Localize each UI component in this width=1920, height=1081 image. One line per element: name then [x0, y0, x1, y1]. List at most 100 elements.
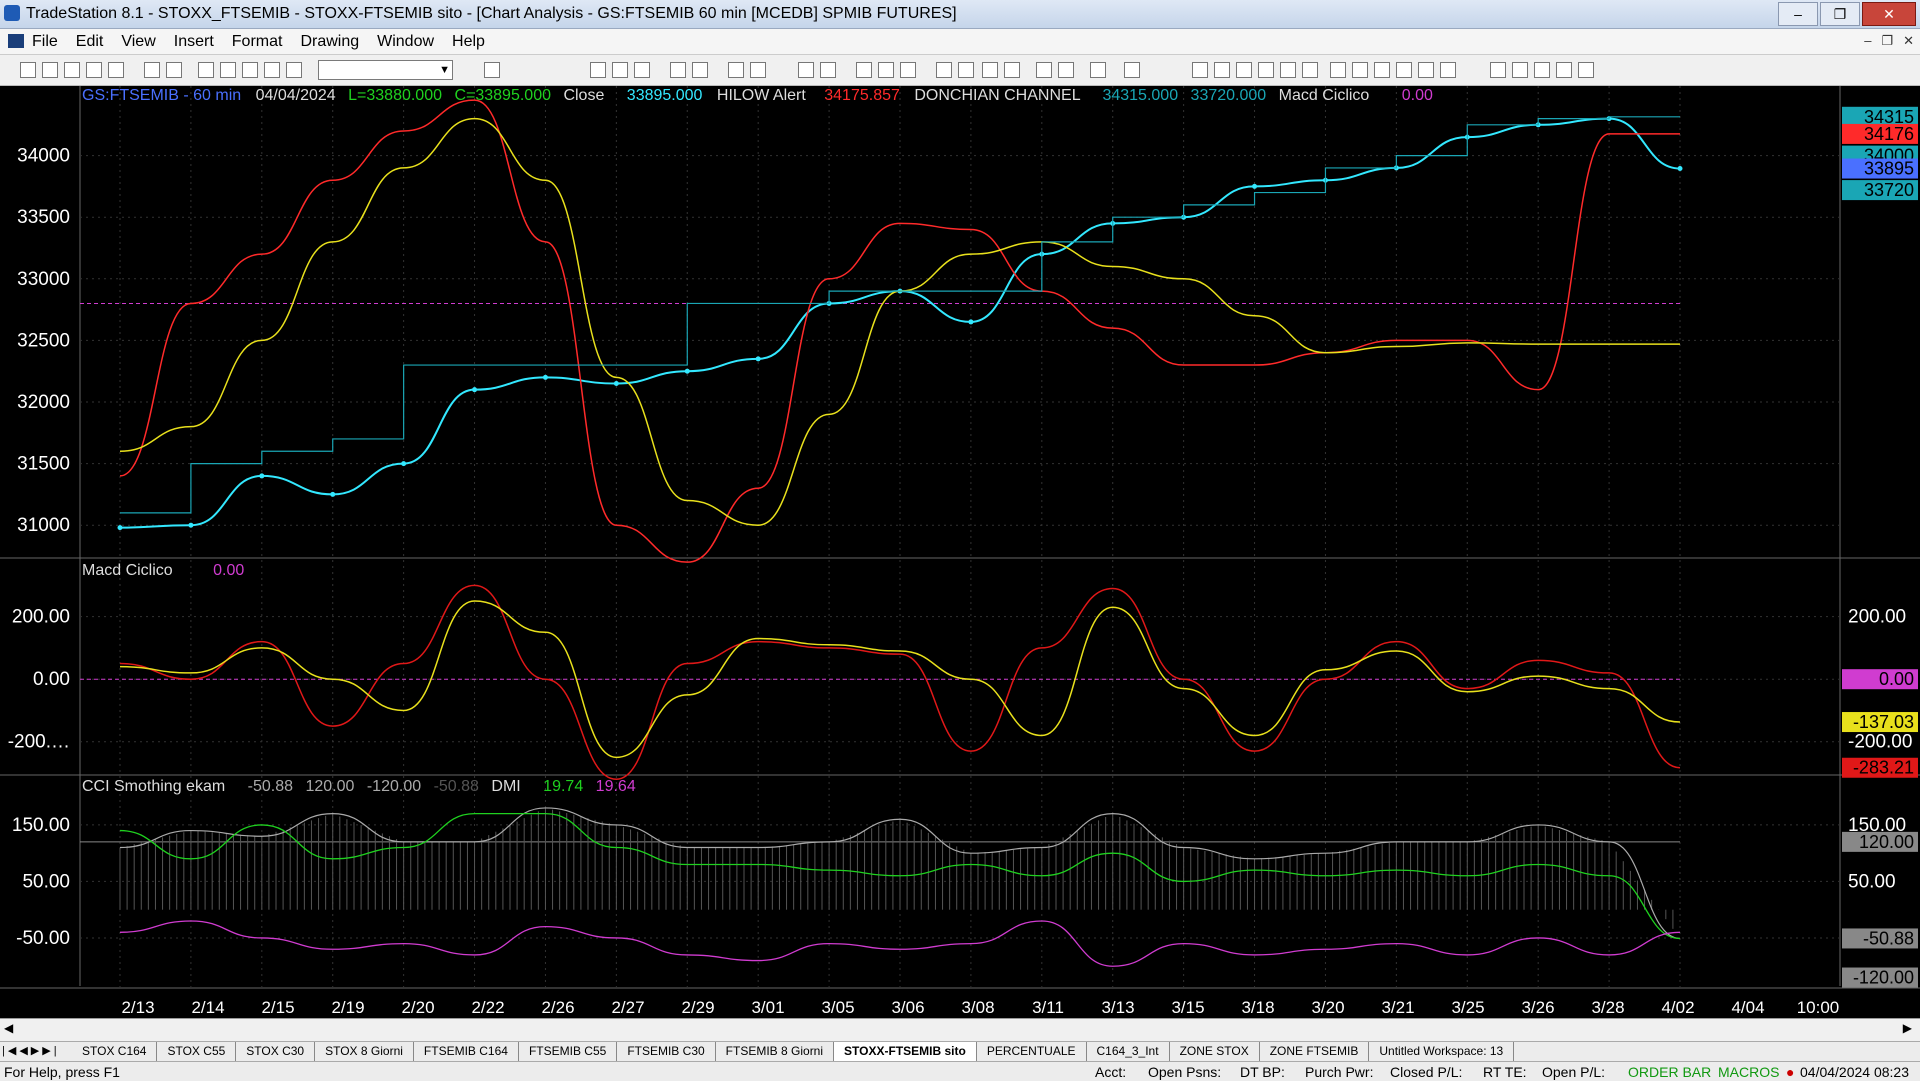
pencil-icon[interactable]: [264, 62, 280, 78]
scroll-left-arrow-icon[interactable]: ◀: [4, 1021, 13, 1035]
line-chart-icon[interactable]: [612, 62, 628, 78]
macros-label[interactable]: MACROS: [1718, 1064, 1779, 1080]
copy-icon[interactable]: [108, 62, 124, 78]
hilow-caption: HILOW Alert: [717, 87, 806, 104]
cycle-icon[interactable]: [1418, 62, 1434, 78]
data-window-icon[interactable]: [728, 62, 744, 78]
zoom-minus-icon[interactable]: [1004, 62, 1020, 78]
order-bar-label[interactable]: ORDER BAR: [1628, 1064, 1711, 1080]
workspace-tab[interactable]: FTSEMIB C55: [519, 1042, 618, 1062]
chart-area[interactable]: 2/13 2/14 2/15 2/19 2/20 2/22 2/26 2/27 2/29 3/01…: [0, 86, 1920, 1023]
pencil-draw-icon[interactable]: [1440, 62, 1456, 78]
workspace-tabs: |◀◀▶▶| STOX C164 STOX C55 STOX C30 STOX 8 G…: [0, 1041, 1920, 1062]
indicator-icon[interactable]: [670, 62, 686, 78]
channel-icon[interactable]: [1258, 62, 1274, 78]
insert-icon[interactable]: [220, 62, 236, 78]
cci-v4: -50.88: [434, 778, 479, 795]
scroll-right-icon[interactable]: [958, 62, 974, 78]
tools-icon[interactable]: [1090, 62, 1106, 78]
workspace-tab[interactable]: STOX C164: [72, 1042, 158, 1062]
zoom-out-icon[interactable]: [820, 62, 836, 78]
mdi-restore-button[interactable]: ❐: [1881, 33, 1893, 49]
chart-window-icon[interactable]: [8, 34, 24, 48]
circle-icon[interactable]: [1534, 62, 1550, 78]
workspace-tab[interactable]: C164_3_Int: [1087, 1042, 1170, 1062]
zoom-in-icon[interactable]: [798, 62, 814, 78]
crosshair-icon[interactable]: [1058, 62, 1074, 78]
horizontal-line-icon[interactable]: [1214, 62, 1230, 78]
chart-svg[interactable]: 2/13 2/14 2/15 2/19 2/20 2/22 2/26 2/27 2/29 3/01…: [0, 86, 1920, 1023]
workspace-tab[interactable]: Untitled Workspace: 13: [1369, 1042, 1515, 1062]
format-symbol-icon[interactable]: [750, 62, 766, 78]
scroll-left-icon[interactable]: [936, 62, 952, 78]
rectangle-icon[interactable]: [1556, 62, 1572, 78]
price-point: [613, 381, 619, 387]
minimize-button[interactable]: –: [1778, 2, 1818, 26]
x-tick-label: 2/29: [681, 998, 714, 1017]
menu-format[interactable]: Format: [232, 33, 283, 51]
arrow-up-icon[interactable]: [1512, 62, 1528, 78]
workspace-tab[interactable]: STOX 8 Giorni: [315, 1042, 414, 1062]
format-icon[interactable]: [198, 62, 214, 78]
menu-help[interactable]: Help: [452, 33, 485, 51]
new-window-icon[interactable]: [86, 62, 102, 78]
mdi-close-button[interactable]: ✕: [1903, 33, 1914, 49]
menu-insert[interactable]: Insert: [174, 33, 214, 51]
vertical-line-icon[interactable]: [1236, 62, 1252, 78]
price-point: [542, 374, 548, 380]
lock-icon[interactable]: [242, 62, 258, 78]
pointer-icon[interactable]: [1036, 62, 1052, 78]
tab-nav-icon[interactable]: |◀◀▶▶|: [2, 1044, 60, 1057]
acct-label: Acct:: [1095, 1064, 1127, 1080]
workspace-tab[interactable]: ZONE FTSEMIB: [1260, 1042, 1370, 1062]
table-icon[interactable]: [634, 62, 650, 78]
workspace-tab[interactable]: PERCENTUALE: [977, 1042, 1087, 1062]
menu-drawing[interactable]: Drawing: [300, 33, 359, 51]
candles-icon[interactable]: [878, 62, 894, 78]
strategy-icon[interactable]: [692, 62, 708, 78]
chevron-down-icon[interactable]: ▼: [439, 61, 450, 79]
maximize-button[interactable]: ❐: [1820, 2, 1860, 26]
zoom-icon[interactable]: [982, 62, 998, 78]
fibonacci-icon[interactable]: [1280, 62, 1296, 78]
menu-edit[interactable]: Edit: [76, 33, 104, 51]
workspace-tab[interactable]: STOX C55: [157, 1042, 237, 1062]
workspace-tab[interactable]: ZONE STOX: [1170, 1042, 1260, 1062]
menu-view[interactable]: View: [121, 33, 155, 51]
save-icon[interactable]: [144, 62, 160, 78]
gann-icon[interactable]: [1302, 62, 1318, 78]
new-icon[interactable]: [20, 62, 36, 78]
workspace-tab[interactable]: STOXX-FTSEMIB sito: [834, 1042, 977, 1062]
workspace-tab[interactable]: STOX C30: [236, 1042, 316, 1062]
workspace-tab[interactable]: FTSEMIB C30: [617, 1042, 716, 1062]
workspace-tab[interactable]: FTSEMIB C164: [414, 1042, 519, 1062]
speed-icon[interactable]: [1352, 62, 1368, 78]
hilow-value: 34175.857: [824, 87, 900, 104]
workspace-tab[interactable]: FTSEMIB 8 Giorni: [716, 1042, 835, 1062]
bar-chart-icon[interactable]: [590, 62, 606, 78]
print-icon[interactable]: [166, 62, 182, 78]
text-icon[interactable]: [1124, 62, 1140, 78]
horizontal-scrollbar[interactable]: ◀ ▶: [0, 1018, 1920, 1041]
arrow-icon[interactable]: [1396, 62, 1412, 78]
close-button[interactable]: ✕: [1862, 2, 1916, 26]
shapes-icon[interactable]: [286, 62, 302, 78]
workspace-icon[interactable]: [64, 62, 80, 78]
scroll-right-arrow-icon[interactable]: ▶: [1903, 1021, 1912, 1035]
flag-icon[interactable]: [900, 62, 916, 78]
arrow-down-icon[interactable]: [1490, 62, 1506, 78]
donchian-hi: 34315.000: [1102, 87, 1178, 104]
search-icon[interactable]: [484, 62, 500, 78]
open-icon[interactable]: [42, 62, 58, 78]
menu-bar: File Edit View Insert Format Drawing Win…: [0, 29, 1920, 55]
toolbar: ▼: [0, 55, 1920, 86]
mdi-minimize-button[interactable]: –: [1864, 33, 1871, 49]
bars-icon[interactable]: [856, 62, 872, 78]
andrews-icon[interactable]: [1330, 62, 1346, 78]
menu-file[interactable]: File: [32, 33, 58, 51]
trendline-icon[interactable]: [1192, 62, 1208, 78]
arc-icon[interactable]: [1374, 62, 1390, 78]
abc-text-icon[interactable]: [1578, 62, 1594, 78]
symbol-combo[interactable]: ▼: [318, 60, 453, 80]
menu-window[interactable]: Window: [377, 33, 434, 51]
